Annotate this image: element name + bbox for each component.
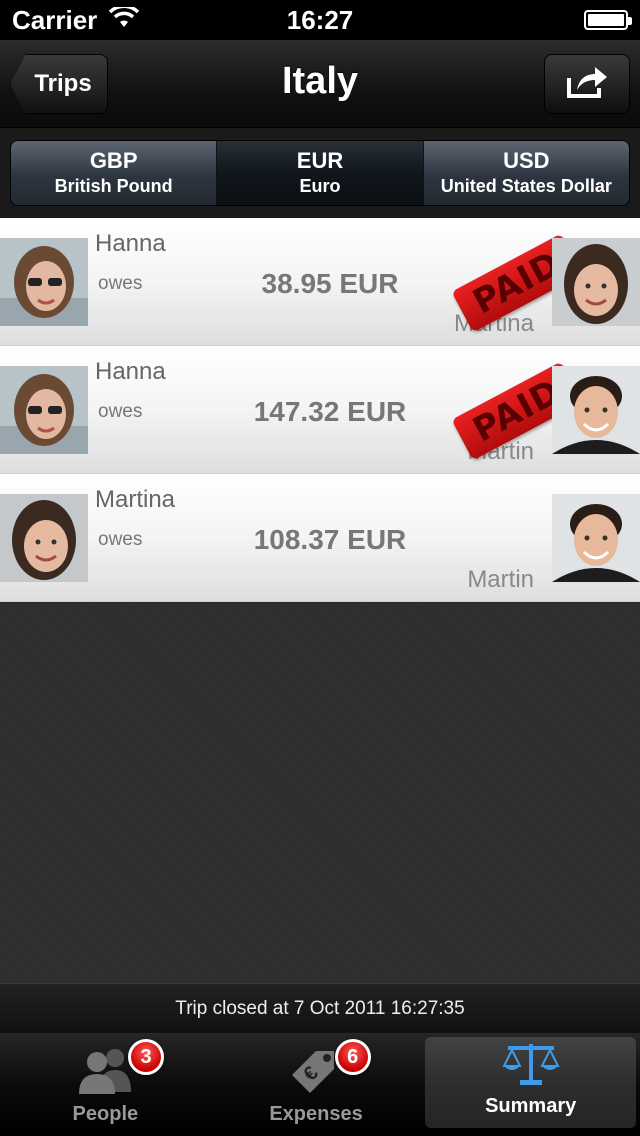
currency-code: EUR xyxy=(296,148,344,173)
battery-icon xyxy=(584,10,632,30)
debtor-name: Hanna xyxy=(95,358,166,385)
empty-background xyxy=(0,603,640,983)
currency-code: USD xyxy=(503,148,550,173)
debt-amount: 147.32 EUR xyxy=(253,396,407,427)
share-button[interactable] xyxy=(544,54,630,114)
creditor-name: Martin xyxy=(467,566,534,593)
avatar-debtor xyxy=(0,366,88,454)
navigation-bar: Trips Italy xyxy=(0,40,640,128)
debt-list: Hanna owes 38.95 EUR Martina PAID Hanna … xyxy=(0,218,640,602)
currency-name: Euro xyxy=(299,176,341,196)
tab-bar: People 3 € Expenses 6 Summary xyxy=(0,1033,640,1136)
tab-label: Expenses xyxy=(269,1103,363,1125)
debt-row[interactable]: Hanna owes 38.95 EUR Martina PAID xyxy=(0,218,640,346)
currency-segment-gbp[interactable]: GBP British Pound xyxy=(11,141,218,205)
currency-bar: GBP British Pound EUR Euro USD United St… xyxy=(0,128,640,220)
owes-label: owes xyxy=(98,273,143,294)
tab-label: People xyxy=(72,1103,139,1125)
owes-label: owes xyxy=(98,401,143,422)
debt-amount: 38.95 EUR xyxy=(261,268,399,299)
share-icon xyxy=(565,64,609,105)
tab-label: Summary xyxy=(485,1095,577,1117)
avatar-debtor xyxy=(0,494,88,582)
people-badge: 3 xyxy=(128,1039,164,1075)
currency-code: GBP xyxy=(89,148,138,173)
trip-status-bar: Trip closed at 7 Oct 2011 16:27:35 xyxy=(0,983,640,1033)
avatar-creditor xyxy=(552,366,640,454)
debtor-name: Hanna xyxy=(95,230,166,257)
debtor-name: Martina xyxy=(95,486,176,513)
status-bar: Carrier 16:27 xyxy=(0,0,640,40)
carrier-label: Carrier xyxy=(12,4,98,35)
currency-name: United States Dollar xyxy=(440,176,612,196)
avatar-debtor xyxy=(0,238,88,326)
currency-segmented-control: GBP British Pound EUR Euro USD United St… xyxy=(10,140,630,206)
debt-row[interactable]: Hanna owes 147.32 EUR Martin PAID xyxy=(0,346,640,474)
scales-icon xyxy=(502,1037,560,1089)
currency-name: British Pound xyxy=(54,176,173,196)
debt-amount: 108.37 EUR xyxy=(253,524,407,555)
trip-status-text: Trip closed at 7 Oct 2011 16:27:35 xyxy=(175,997,465,1019)
currency-segment-usd[interactable]: USD United States Dollar xyxy=(423,141,629,205)
currency-segment-eur[interactable]: EUR Euro xyxy=(217,141,424,205)
owes-label: owes xyxy=(98,529,143,550)
avatar-creditor xyxy=(552,494,640,582)
tab-summary[interactable]: Summary xyxy=(425,1037,637,1128)
expenses-badge: 6 xyxy=(334,1039,371,1075)
debt-row[interactable]: Martina owes 108.37 EUR Martin xyxy=(0,474,640,602)
tab-people[interactable]: People 3 xyxy=(0,1033,211,1136)
wifi-icon xyxy=(109,4,140,36)
avatar-creditor xyxy=(552,238,640,326)
tab-expenses[interactable]: € Expenses 6 xyxy=(211,1033,422,1136)
